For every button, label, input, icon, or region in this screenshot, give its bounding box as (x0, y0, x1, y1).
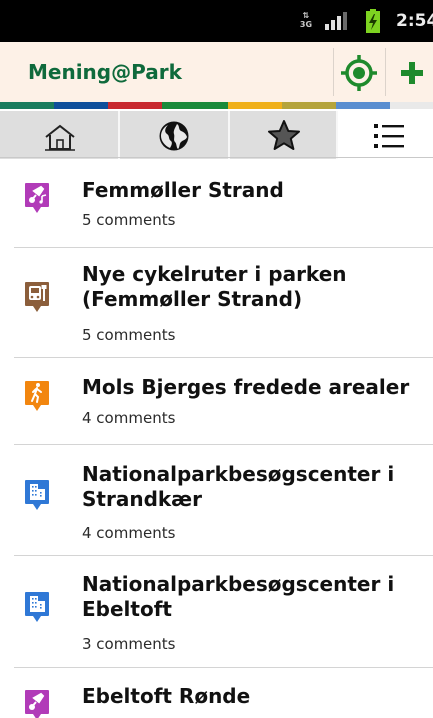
comment-count: 5 comments (82, 326, 176, 344)
comment-count: 3 comments (82, 635, 176, 653)
locate-me-button[interactable] (334, 42, 384, 102)
app-title: Mening@Park (28, 60, 182, 84)
music-guitar-icon (25, 690, 49, 718)
star-icon (268, 120, 300, 150)
place-title: Nationalparkbesøgscenter i Ebeltoft (82, 572, 395, 621)
list-item[interactable]: Nationalparkbesøgscenter i Strandkær 4 c… (0, 445, 433, 556)
list-item[interactable]: Mols Bjerges fredede arealer 4 comments (0, 358, 433, 445)
building-icon (25, 592, 49, 622)
tab-list[interactable] (336, 111, 433, 159)
map-globe-icon (159, 121, 189, 151)
add-place-button[interactable] (386, 42, 433, 102)
home-icon (45, 124, 75, 151)
tab-map[interactable] (118, 111, 228, 159)
comment-count: 4 comments (82, 524, 176, 542)
list-item[interactable]: Ebeltoft Rønde (0, 668, 433, 718)
tab-home[interactable] (0, 111, 118, 159)
tab-bar-divider (0, 157, 433, 158)
music-guitar-icon (25, 183, 49, 213)
bus-stop-icon (25, 282, 49, 312)
action-bar: Mening@Park (0, 42, 433, 102)
tab-bar (0, 109, 433, 159)
place-title: Nationalparkbesøgscenter i Strandkær (82, 462, 395, 511)
plus-icon (401, 62, 423, 84)
comment-count: 4 comments (82, 409, 176, 427)
place-title: Ebeltoft Rønde (82, 684, 251, 708)
signal-strength-icon (325, 12, 347, 30)
battery-charging-icon (366, 9, 380, 33)
list-item[interactable]: Nationalparkbesøgscenter i Ebeltoft 3 co… (0, 556, 433, 668)
list-item[interactable]: Nye cykelruter i parken (Femmøller Stran… (0, 248, 433, 358)
network-3g-icon: ⇅ 3G (299, 11, 313, 29)
status-bar: ⇅ 3G 2:54 (0, 0, 433, 42)
place-title: Nye cykelruter i parken (Femmøller Stran… (82, 262, 347, 311)
tab-favorites[interactable] (228, 111, 336, 159)
crosshair-location-icon (341, 55, 377, 91)
brand-color-stripe (0, 102, 433, 109)
place-title: Femmøller Strand (82, 178, 284, 202)
list-item[interactable]: Femmøller Strand 5 comments (0, 160, 433, 248)
comment-count: 5 comments (82, 211, 176, 229)
list-icon (374, 124, 404, 148)
place-title: Mols Bjerges fredede arealer (82, 375, 410, 399)
hiking-person-icon (25, 381, 49, 411)
building-icon (25, 480, 49, 510)
clock-time: 2:54 (396, 11, 433, 31)
